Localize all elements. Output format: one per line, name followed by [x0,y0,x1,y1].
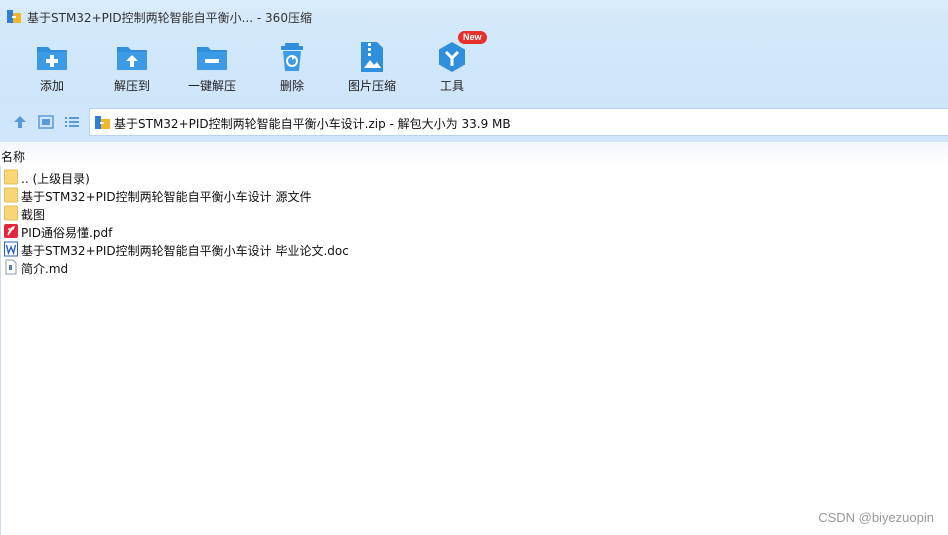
add-button[interactable]: 添加 [12,34,92,102]
address-path: 基于STM32+PID控制两轮智能自平衡小车设计.zip - 解包大小为 33.… [114,117,511,131]
watermark: CSDN @biyezuopin [818,510,934,525]
column-header: 名称 [0,142,948,166]
address-field[interactable]: 基于STM32+PID控制两轮智能自平衡小车设计.zip - 解包大小为 33.… [89,108,948,136]
list-item[interactable]: 基于STM32+PID控制两轮智能自平衡小车设计 源文件 [0,186,948,204]
toolbar: 添加 解压到 一键解压 删除 图片压缩 New 工具 [0,31,948,102]
list-item[interactable]: PID通俗易懂.pdf [0,222,948,240]
delete-button[interactable]: 删除 [252,34,332,102]
word-doc-icon [4,241,18,257]
folder-icon [4,169,18,185]
folder-extract-icon [117,47,147,70]
list-item-name: PID通俗易懂.pdf [21,226,113,240]
list-item-name: 简介.md [21,262,69,276]
list-item[interactable]: 基于STM32+PID控制两轮智能自平衡小车设计 毕业论文.doc [0,240,948,258]
list-item-name: 基于STM32+PID控制两轮智能自平衡小车设计 源文件 [21,190,312,204]
delete-label: 删除 [279,79,304,93]
app-logo-icon [7,10,21,23]
folder-icon [4,187,18,203]
image-compress-button[interactable]: 图片压缩 [332,34,412,102]
file-list: .. (上级目录) 基于STM32+PID控制两轮智能自平衡小车设计 源文件 截… [0,168,948,276]
list-item-name: 截图 [21,208,46,222]
zip-archive-icon [95,116,110,129]
add-label: 添加 [39,79,64,93]
one-click-extract-button[interactable]: 一键解压 [172,34,252,102]
list-view-icon[interactable] [63,113,81,131]
folder-icon [4,205,18,221]
extract-to-label: 解压到 [113,79,150,93]
image-compress-label: 图片压缩 [347,79,396,93]
extract-to-button[interactable]: 解压到 [92,34,172,102]
address-bar: 基于STM32+PID控制两轮智能自平衡小车设计.zip - 解包大小为 33.… [0,102,948,142]
list-item-name: .. (上级目录) [21,172,90,186]
one-click-extract-label: 一键解压 [187,79,236,93]
title-bar: 基于STM32+PID控制两轮智能自平衡小... - 360压缩 [0,0,948,34]
list-item-parent-directory[interactable]: .. (上级目录) [0,168,948,186]
trash-icon [281,43,303,71]
list-item[interactable]: 截图 [0,204,948,222]
new-badge: New [458,31,487,44]
window-title: 基于STM32+PID控制两轮智能自平衡小... - 360压缩 [27,11,312,25]
up-arrow-icon[interactable] [11,113,29,131]
list-item-name: 基于STM32+PID控制两轮智能自平衡小车设计 毕业论文.doc [21,244,349,258]
tools-button[interactable]: New 工具 [412,31,492,102]
folder-oneclick-icon [197,47,227,70]
column-name-header[interactable]: 名称 [1,148,25,165]
pdf-file-icon [4,224,18,238]
list-item[interactable]: 简介.md [0,258,948,276]
tools-icon [439,42,465,72]
markdown-file-icon [5,259,17,275]
folder-add-icon [37,47,67,70]
tools-label: 工具 [439,79,464,93]
thumbnail-view-icon[interactable] [37,113,55,131]
image-compress-icon [361,42,383,72]
